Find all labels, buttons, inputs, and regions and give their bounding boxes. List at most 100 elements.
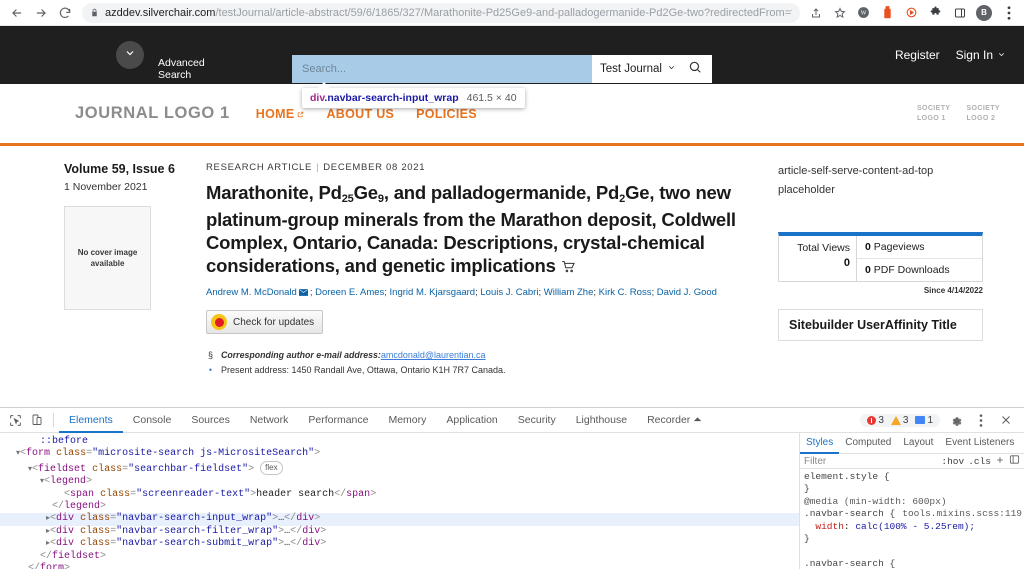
- article-page-body: Volume 59, Issue 6 1 November 2021 No co…: [0, 146, 1024, 388]
- nav-item-about-us[interactable]: ABOUT US: [326, 107, 394, 121]
- author-name[interactable]: Andrew M. McDonald: [206, 287, 297, 298]
- wordpress-extension-icon[interactable]: W: [856, 5, 871, 20]
- author-name[interactable]: Ingrid M. Kjarsgaard: [390, 287, 476, 298]
- envelope-icon[interactable]: [298, 287, 308, 301]
- corresponding-email-link[interactable]: amcdonald@laurentian.ca: [381, 350, 486, 360]
- cls-toggle[interactable]: .cls: [968, 456, 991, 467]
- dom-line[interactable]: ▾<form class="microsite-search js-Micros…: [0, 448, 799, 460]
- author-name[interactable]: David J. Good: [657, 287, 717, 298]
- sidepanel-icon[interactable]: [952, 5, 967, 20]
- inspect-tooltip-tag: div: [310, 92, 325, 104]
- sign-in-link[interactable]: Sign In: [956, 48, 1006, 62]
- video-extension-icon[interactable]: [904, 5, 919, 20]
- extensions-puzzle-icon[interactable]: [928, 5, 943, 20]
- volume-issue-label[interactable]: Volume 59, Issue 6: [64, 162, 188, 176]
- register-link[interactable]: Register: [895, 48, 940, 62]
- tab-layout[interactable]: Layout: [897, 433, 939, 454]
- dom-line[interactable]: ▸<div class="navbar-search-filter_wrap">…: [0, 526, 799, 538]
- tab-application[interactable]: Application: [436, 408, 507, 433]
- article-sidebar: article-self-serve-content-ad-top placeh…: [770, 162, 1000, 388]
- tab-network[interactable]: Network: [240, 408, 299, 433]
- styles-filter-bar: Filter :hov .cls: [800, 454, 1024, 469]
- flex-badge[interactable]: flex: [260, 460, 283, 476]
- chevron-down-icon: [124, 46, 136, 64]
- plus-icon[interactable]: [995, 455, 1005, 468]
- tab-security[interactable]: Security: [508, 408, 566, 433]
- dom-line[interactable]: ::before: [0, 436, 799, 448]
- forward-arrow-icon[interactable]: [30, 2, 52, 24]
- back-arrow-icon[interactable]: [6, 2, 28, 24]
- password-manager-icon[interactable]: [880, 5, 895, 20]
- star-icon[interactable]: [832, 5, 847, 20]
- crossmark-check-for-updates-button[interactable]: Check for updates: [206, 310, 324, 334]
- issue-counts[interactable]: 3 3 1: [860, 413, 940, 427]
- chevron-right-icon[interactable]: »: [1020, 433, 1024, 454]
- author-name[interactable]: Louis J. Cabri: [480, 287, 538, 298]
- tab-styles[interactable]: Styles: [800, 433, 840, 454]
- styles-pane: Styles Computed Layout Event Listeners »…: [800, 433, 1024, 569]
- search-input[interactable]: [292, 55, 592, 83]
- author-name[interactable]: Doreen E. Ames: [315, 287, 384, 298]
- pdf-downloads-row: 0 PDF Downloads: [857, 258, 982, 281]
- dom-line[interactable]: </legend>: [0, 501, 799, 513]
- tab-lighthouse[interactable]: Lighthouse: [566, 408, 637, 433]
- dom-line[interactable]: ▾<fieldset class="searchbar-fieldset"> f…: [0, 460, 799, 476]
- share-icon[interactable]: [808, 5, 823, 20]
- tab-memory[interactable]: Memory: [378, 408, 436, 433]
- journal-logo[interactable]: JOURNAL LOGO 1: [75, 104, 230, 123]
- search-filter-dropdown[interactable]: Test Journal: [591, 55, 684, 83]
- search-submit-button[interactable]: [684, 55, 712, 83]
- style-source-link[interactable]: tools.mixins.scss:119: [902, 508, 1024, 520]
- shopping-cart-icon[interactable]: [561, 256, 576, 279]
- style-rule-line[interactable]: .navbar-search {_theme.comp…ar.scss:100: [804, 558, 1024, 569]
- toggle-sidebar-icon[interactable]: [1009, 454, 1020, 468]
- advanced-search-link[interactable]: Advanced Search: [158, 29, 228, 81]
- navbar-search-form: Test Journal: [292, 55, 712, 83]
- style-property[interactable]: width: [815, 521, 844, 532]
- navbar-expand-button[interactable]: [116, 41, 144, 69]
- close-icon[interactable]: [997, 411, 1015, 429]
- style-declaration[interactable]: width: calc(100% - 5.25rem);: [804, 521, 1024, 533]
- dom-tree-pane[interactable]: ::before ▾<form class="microsite-search …: [0, 433, 800, 569]
- device-toolbar-icon[interactable]: [26, 410, 48, 430]
- address-bar[interactable]: azddev.silverchair.com/testJournal/artic…: [82, 2, 800, 23]
- dom-line[interactable]: </fieldset>: [0, 551, 799, 563]
- warning-count-badge[interactable]: 3: [890, 415, 908, 426]
- author-name[interactable]: William Zhe: [544, 287, 594, 298]
- dom-line[interactable]: ▸<div class="navbar-search-submit_wrap">…: [0, 538, 799, 550]
- tab-sources[interactable]: Sources: [181, 408, 240, 433]
- inspect-tooltip-class: .navbar-search-input_wrap: [324, 92, 459, 104]
- dom-line[interactable]: ▾<legend>: [0, 476, 799, 488]
- style-rule-line: @media (min-width: 600px): [804, 496, 1024, 508]
- cover-placeholder-text: No cover image available: [77, 248, 138, 268]
- kicker-separator: |: [316, 162, 320, 173]
- styles-rules-list[interactable]: element.style { } @media (min-width: 600…: [800, 469, 1024, 569]
- tab-console[interactable]: Console: [123, 408, 182, 433]
- tab-performance[interactable]: Performance: [298, 408, 378, 433]
- style-rule-line[interactable]: element.style {: [804, 471, 1024, 483]
- hov-toggle[interactable]: :hov: [941, 456, 964, 467]
- tab-event-listeners[interactable]: Event Listeners: [939, 433, 1020, 454]
- dom-line[interactable]: <span class="screenreader-text">header s…: [0, 489, 799, 501]
- tab-computed[interactable]: Computed: [839, 433, 897, 454]
- error-count-badge[interactable]: 3: [867, 415, 884, 426]
- cover-image-placeholder: No cover image available: [64, 206, 151, 310]
- reload-icon[interactable]: [54, 2, 76, 24]
- nav-item-home[interactable]: HOME: [256, 107, 305, 121]
- kebab-menu-icon[interactable]: [1001, 5, 1016, 20]
- message-count-badge[interactable]: 1: [915, 415, 933, 426]
- style-rule-line: }: [804, 483, 1024, 495]
- styles-filter-input[interactable]: Filter: [804, 456, 937, 467]
- gear-icon[interactable]: [947, 411, 965, 429]
- dom-line-selected[interactable]: ▸<div class="navbar-search-input_wrap">……: [0, 513, 799, 526]
- dom-line[interactable]: </form>: [0, 563, 799, 569]
- nav-item-policies[interactable]: POLICIES: [416, 107, 477, 121]
- inspect-element-icon[interactable]: [4, 410, 26, 430]
- tab-elements[interactable]: Elements: [59, 408, 123, 433]
- profile-avatar[interactable]: B: [976, 4, 992, 21]
- style-value[interactable]: calc(100% - 5.25rem);: [855, 521, 975, 532]
- style-rule-line[interactable]: .navbar-search {tools.mixins.scss:119: [804, 508, 1024, 520]
- author-name[interactable]: Kirk C. Ross: [599, 287, 652, 298]
- kebab-menu-icon[interactable]: [972, 411, 990, 429]
- tab-recorder[interactable]: Recorder ⏶: [637, 408, 712, 433]
